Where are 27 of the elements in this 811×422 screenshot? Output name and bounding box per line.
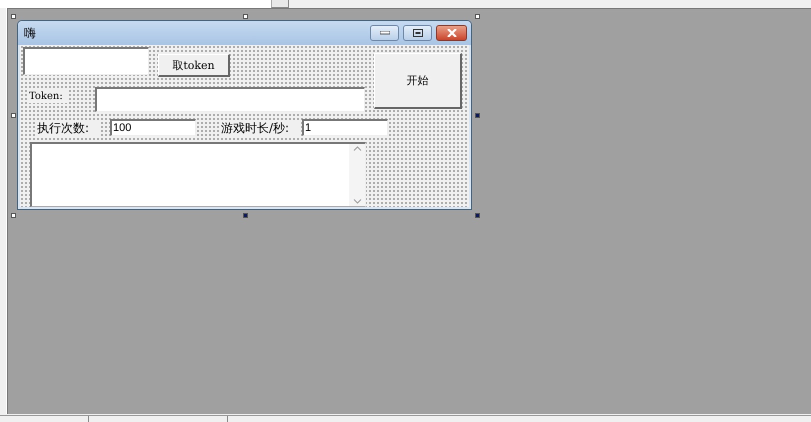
- close-button[interactable]: [436, 25, 467, 41]
- resize-handle[interactable]: [475, 213, 480, 218]
- resize-handle[interactable]: [11, 213, 16, 218]
- resize-handle[interactable]: [475, 113, 480, 118]
- minimize-icon: [380, 31, 390, 35]
- resize-handle[interactable]: [11, 113, 16, 118]
- maximize-button[interactable]: [403, 25, 432, 41]
- resize-handle[interactable]: [475, 14, 480, 19]
- label: Token:: [29, 89, 69, 103]
- button[interactable]: 取token: [158, 54, 230, 77]
- restore-icon: [412, 29, 422, 37]
- button[interactable]: 开始: [374, 53, 462, 109]
- text-field[interactable]: 100: [110, 119, 196, 136]
- resize-handle[interactable]: [243, 213, 248, 218]
- memo-field[interactable]: [30, 142, 366, 207]
- label: 游戏时长/秒:: [221, 120, 301, 136]
- text-field[interactable]: [95, 87, 365, 112]
- text-field[interactable]: 1: [302, 119, 388, 136]
- label: 执行次数:: [37, 120, 101, 136]
- resize-handle[interactable]: [11, 14, 16, 19]
- minimize-button[interactable]: [370, 25, 399, 41]
- close-icon: [446, 29, 456, 37]
- scroll-down-icon[interactable]: [352, 199, 362, 204]
- scroll-up-icon[interactable]: [352, 146, 362, 151]
- resize-handle[interactable]: [243, 14, 248, 19]
- window-title: 嗨: [24, 24, 36, 42]
- text-field[interactable]: [23, 47, 149, 75]
